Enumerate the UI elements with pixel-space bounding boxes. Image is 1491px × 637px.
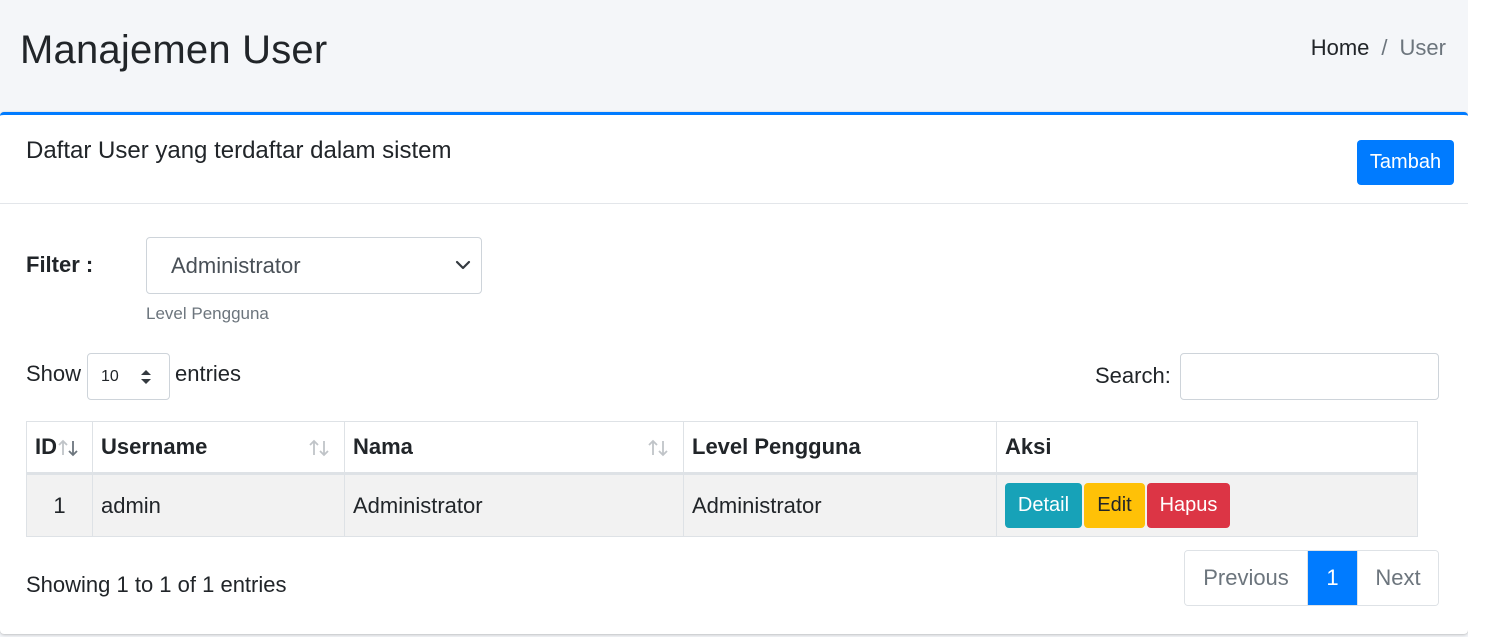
level-filter-value: Administrator [171,252,301,278]
page-title: Manajemen User [20,28,328,72]
breadcrumb-home-link[interactable]: Home [1311,35,1370,61]
card-header: Daftar User yang terdaftar dalam sistem … [0,115,1468,204]
level-filter-select[interactable]: Administrator [146,237,482,294]
user-list-card: Daftar User yang terdaftar dalam sistem … [0,112,1468,634]
breadcrumb-separator: / [1381,35,1388,60]
search-input[interactable] [1180,353,1439,400]
add-user-button[interactable]: Tambah [1357,140,1454,185]
delete-button[interactable]: Hapus [1147,483,1230,528]
column-header-id[interactable]: ID [26,421,93,475]
entries-length-select[interactable]: 10 [87,353,170,400]
cell-level: Administrator [683,473,997,537]
column-header-id-label: ID [35,434,57,459]
search-label: Search: [1095,363,1171,388]
entries-length-value: 10 [101,367,119,385]
edit-button[interactable]: Edit [1084,483,1145,528]
user-table: ID Username Nama Level Pengguna Aksi 1 a… [26,421,1418,537]
show-label: Show [26,361,82,386]
cell-username: admin [92,473,345,537]
column-header-aksi: Aksi [996,421,1418,475]
breadcrumb: Home / User [1311,35,1446,61]
previous-page-button[interactable]: Previous [1185,551,1308,605]
right-edge-panel [1468,0,1491,637]
chevron-down-icon [455,260,471,270]
cell-nama: Administrator [344,473,684,537]
table-row: 1 admin Administrator Administrator Deta… [26,473,1418,537]
page-1-button[interactable]: 1 [1308,551,1357,605]
cell-id: 1 [26,473,93,537]
column-header-level-label: Level Pengguna [692,434,861,459]
breadcrumb-current: User [1399,35,1446,60]
column-header-nama[interactable]: Nama [344,421,684,475]
column-header-level: Level Pengguna [683,421,997,475]
sort-arrows-icon [648,439,668,457]
card-title: Daftar User yang terdaftar dalam sistem [26,137,452,164]
sort-arrows-icon [309,439,329,457]
column-header-aksi-label: Aksi [1005,434,1052,459]
content-header: Manajemen User Home / User [0,0,1468,112]
detail-button[interactable]: Detail [1005,483,1082,528]
column-header-username[interactable]: Username [92,421,345,475]
column-header-username-label: Username [101,434,208,459]
up-down-arrows-icon [141,370,151,384]
entries-label: entries [175,361,242,386]
sort-arrows-icon [58,439,78,457]
cell-actions: Detail Edit Hapus [996,473,1418,537]
pagination: Previous 1 Next [1184,550,1439,606]
filter-help-text: Level Pengguna [146,304,269,323]
table-header-row: ID Username Nama Level Pengguna Aksi [26,421,1418,475]
filter-label: Filter : [26,252,94,277]
table-info: Showing 1 to 1 of 1 entries [26,572,287,597]
next-page-button[interactable]: Next [1357,551,1438,605]
column-header-nama-label: Nama [353,434,413,459]
